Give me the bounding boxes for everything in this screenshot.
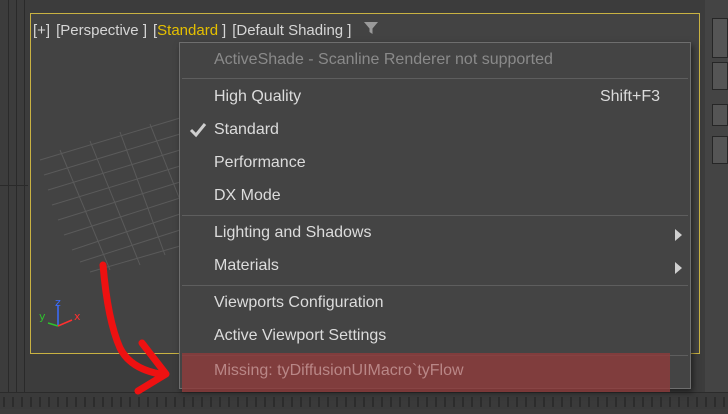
timeline-ruler[interactable] [0, 392, 728, 409]
menu-item-label: DX Mode [214, 187, 281, 204]
axis-x-label: x [74, 310, 81, 323]
menu-item-label: Materials [214, 257, 279, 274]
menu-item-label: Lighting and Shadows [214, 224, 372, 241]
axis-tripod-gizmo: z y x [39, 296, 81, 327]
menu-item-activeshade: ActiveShade - Scanline Renderer not supp… [180, 45, 690, 77]
menu-item-label: High Quality [214, 88, 302, 105]
menu-item-label: Performance [214, 154, 306, 171]
menu-separator [182, 215, 688, 216]
submenu-arrow-icon [675, 262, 682, 274]
menu-item-materials[interactable]: Materials [180, 251, 690, 283]
menu-item-high-quality[interactable]: High Quality Shift+F3 [180, 82, 690, 114]
menu-item-lighting-and-shadows[interactable]: Lighting and Shadows [180, 218, 690, 250]
shading-current-label: Standard [157, 21, 219, 39]
viewport-label-bar: [+] [Perspective ] [ Standard ] [Default… [33, 19, 379, 41]
viewport-point-of-view-label[interactable]: [Perspective ] [56, 22, 147, 39]
menu-item-label: Viewports Configuration [214, 294, 384, 311]
viewport-display-mode-label[interactable]: [Default Shading ] [232, 22, 351, 39]
axis-z-label: z [55, 296, 61, 309]
menu-item-label: Standard [214, 121, 279, 138]
viewport-menu-plus[interactable]: [+] [33, 22, 50, 39]
menu-separator [182, 285, 688, 286]
filter-icon[interactable] [363, 20, 379, 40]
viewport-shading-label[interactable]: [ Standard ] [153, 22, 226, 39]
app-window: [+] [Perspective ] [ Standard ] [Default… [0, 0, 728, 409]
menu-item-dx-mode[interactable]: DX Mode [180, 181, 690, 213]
menu-item-performance[interactable]: Performance [180, 148, 690, 180]
submenu-arrow-icon [675, 229, 682, 241]
checkmark-icon [189, 121, 207, 139]
bracket-close: ] [222, 21, 227, 39]
viewport-shading-menu: ActiveShade - Scanline Renderer not supp… [179, 42, 691, 389]
menu-item-active-viewport-settings[interactable]: Active Viewport Settings [180, 321, 690, 353]
menu-item-missing-macro: Missing: tyDiffusionUIMacro`tyFlow [214, 362, 464, 379]
menu-item-shortcut: Shift+F3 [599, 88, 660, 105]
ruler-ticks [3, 397, 725, 407]
menu-separator [182, 78, 688, 79]
menu-item-viewports-configuration[interactable]: Viewports Configuration [180, 288, 690, 320]
menu-item-standard[interactable]: Standard [180, 115, 690, 147]
menu-item-label: ActiveShade - Scanline Renderer not supp… [214, 51, 553, 68]
menu-item-label: Active Viewport Settings [214, 327, 387, 344]
axis-y-label: y [39, 310, 46, 323]
